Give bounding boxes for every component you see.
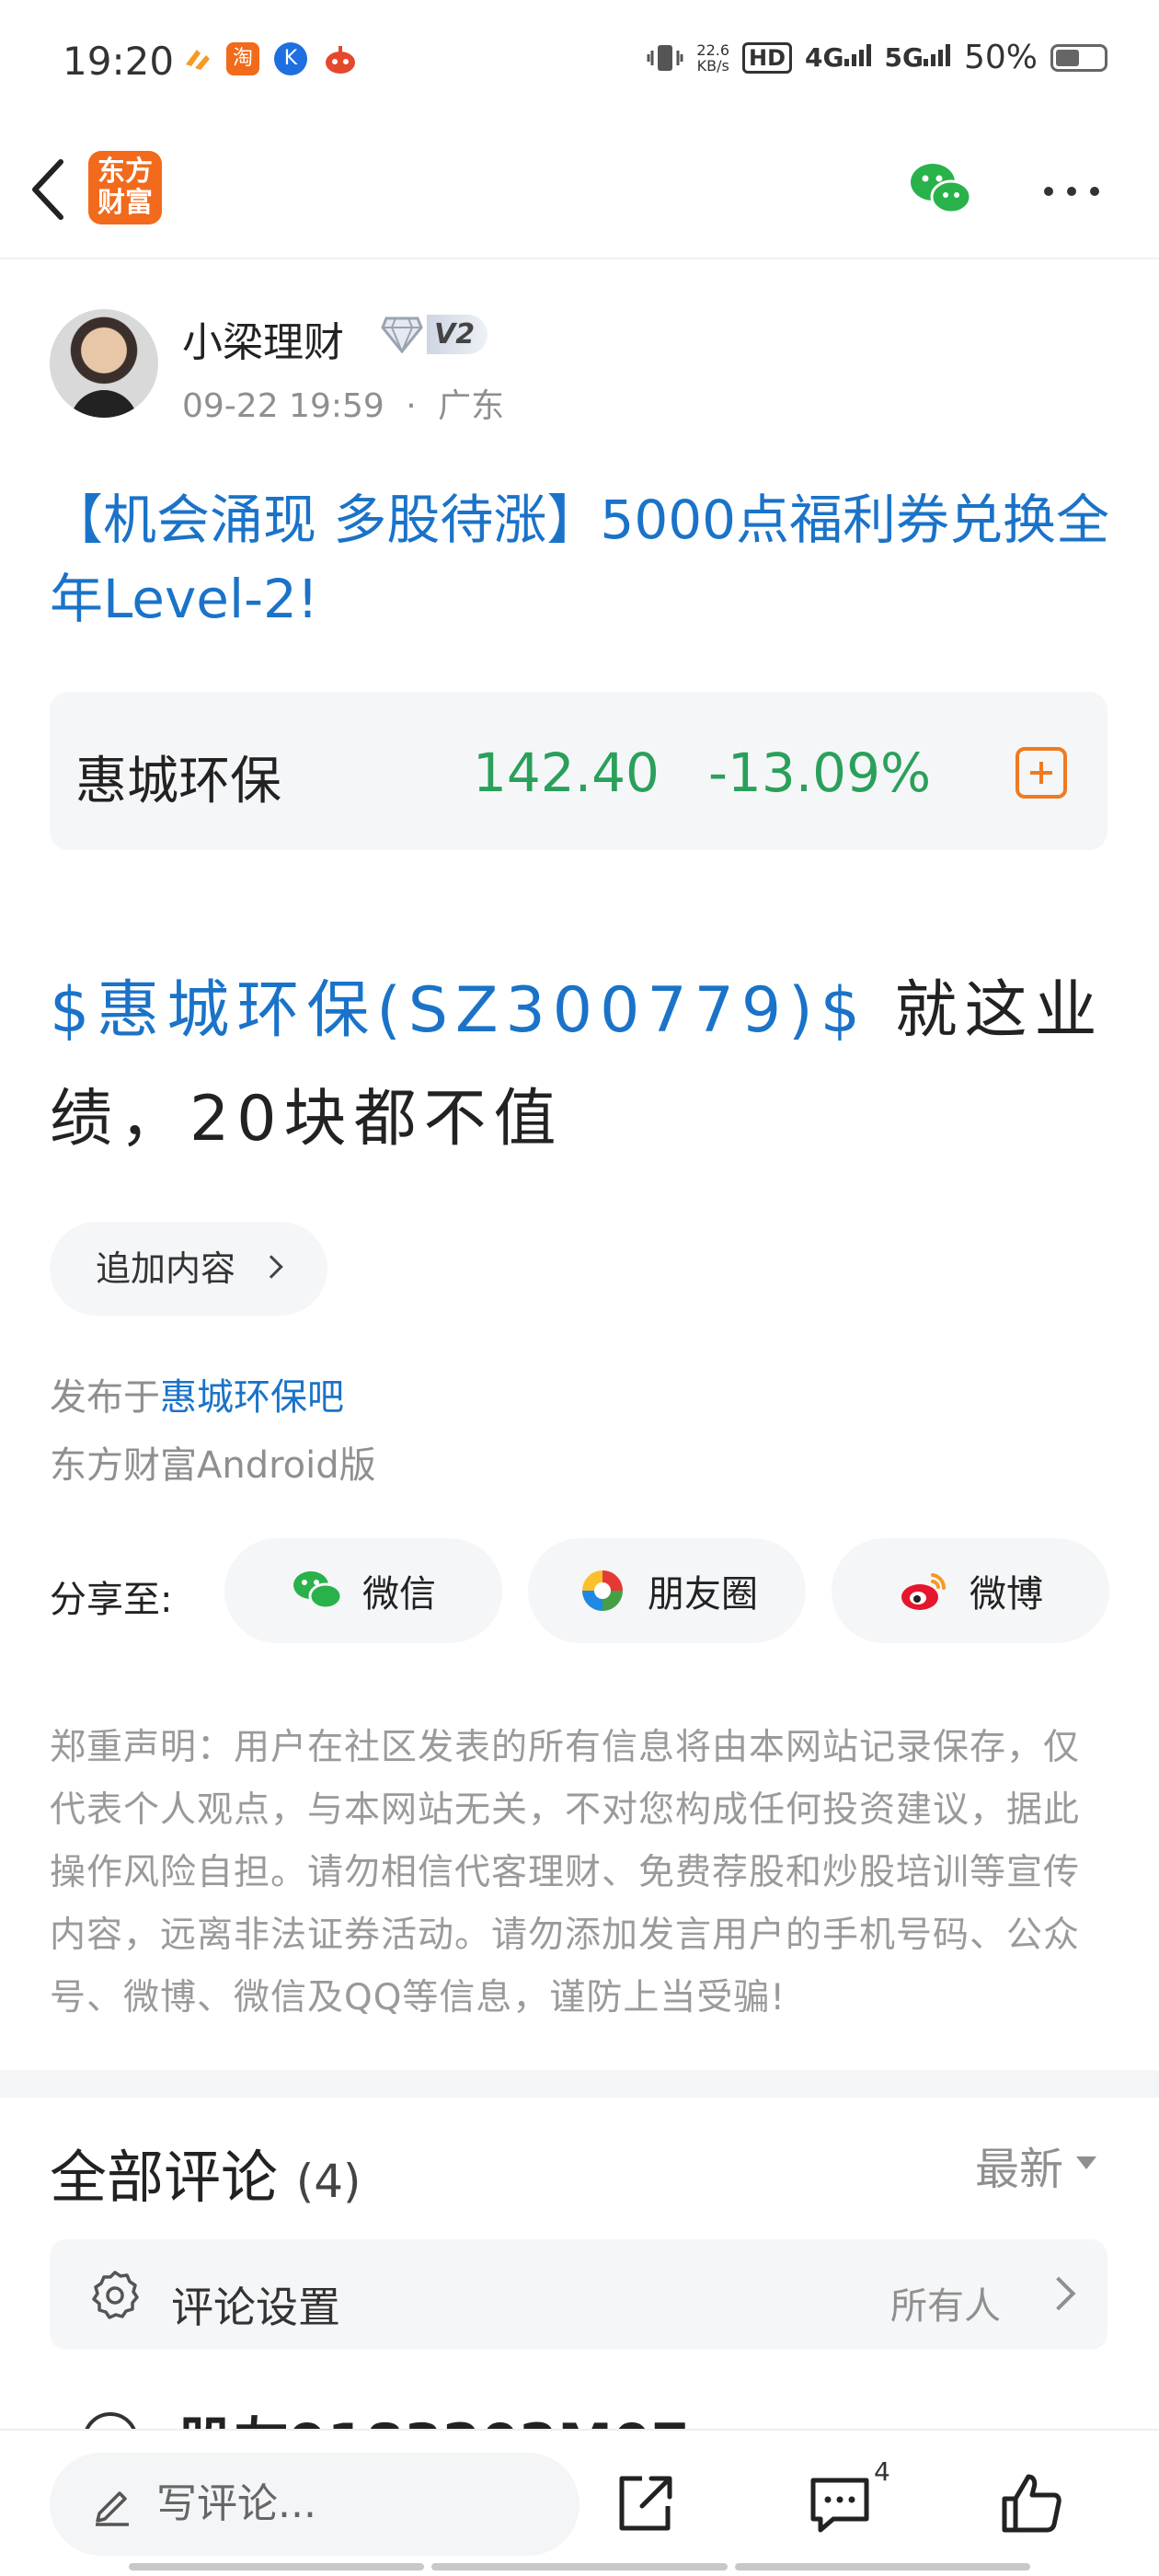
share-label: 分享至: <box>50 1579 173 1621</box>
comment-icon[interactable] <box>806 2469 874 2537</box>
commenter-name: 股友9183202M07 <box>178 2403 689 2431</box>
comments-count: (4) <box>295 2155 361 2208</box>
nav-bar: 东方 财富 <box>0 125 1159 259</box>
moments-icon <box>582 1570 623 1611</box>
comment-count-badge: 4 <box>874 2456 890 2487</box>
bottom-action-bar: 写评论... 4 <box>0 2429 1159 2576</box>
stock-link[interactable]: $惠城环保(SZ300779)$ <box>50 974 867 1047</box>
chevron-left-icon <box>32 159 63 220</box>
stock-bar-link[interactable]: 惠城环保吧 <box>160 1376 344 1419</box>
like-icon[interactable] <box>997 2469 1065 2537</box>
add-to-watchlist-button[interactable] <box>1016 747 1067 799</box>
pen-icon <box>96 2491 129 2526</box>
share-weibo-button[interactable]: 微博 <box>832 1538 1109 1643</box>
commenter-avatar <box>83 2412 138 2431</box>
wechat-share-button[interactable] <box>909 160 973 219</box>
signal-4g: 4G <box>805 42 871 73</box>
share-icon[interactable] <box>611 2469 679 2537</box>
battery-icon <box>1050 43 1107 72</box>
section-divider <box>0 2070 1159 2098</box>
notification-app-icon-4 <box>322 42 355 75</box>
post-location: 广东 <box>438 387 505 425</box>
back-button[interactable] <box>22 153 77 226</box>
wechat-icon <box>911 164 972 214</box>
comments-title: 全部评论 (4) <box>50 2144 361 2211</box>
vibrate-icon <box>647 44 683 71</box>
more-options-button[interactable] <box>1039 173 1104 210</box>
eastmoney-logo: 东方 财富 <box>88 151 162 224</box>
battery-percent: 50% <box>963 39 1038 76</box>
author-avatar[interactable] <box>50 309 158 418</box>
notification-app-icon-3: K <box>274 42 307 75</box>
stock-name: 惠城环保 <box>75 752 281 811</box>
comment-permission-value: 所有人 <box>890 2285 1001 2328</box>
status-time: 19:20 <box>63 39 175 84</box>
weibo-icon <box>901 1573 947 1610</box>
stock-quote-card[interactable]: 惠城环保 142.40 -13.09% <box>50 692 1107 850</box>
comment-settings-row[interactable]: 评论设置 所有人 <box>50 2239 1107 2350</box>
post-time: 09-22 19:59 <box>182 387 384 425</box>
notification-app-icon-1 <box>180 42 213 75</box>
wechat-icon <box>293 1571 343 1610</box>
meta-separator: · <box>406 387 417 425</box>
sort-dropdown[interactable]: 最新 <box>975 2133 1097 2197</box>
post-title[interactable]: 【机会涌现 多股待涨】5000点福利券兑换全年Level-2! <box>50 480 1117 638</box>
comment-item[interactable]: 股友9183202M07 <box>50 2403 1107 2431</box>
author-name[interactable]: 小梁理财 <box>182 309 344 368</box>
status-bar: 19:20 淘 K 22.6 KB/s HD 4G 5G 50% <box>0 0 1159 125</box>
net-speed: 22.6 KB/s <box>696 40 730 75</box>
client-info: 东方财富Android版 <box>50 1444 376 1487</box>
publish-info: 发布于惠城环保吧 <box>50 1376 344 1419</box>
post-body: $惠城环保(SZ300779)$ 就这业绩，20块都不值 <box>50 957 1117 1174</box>
status-indicators: 22.6 KB/s HD 4G 5G 50% <box>647 39 1107 76</box>
more-dots-icon <box>1044 187 1099 196</box>
home-indicator <box>129 2563 1030 2570</box>
taobao-notification-icon: 淘 <box>226 42 259 75</box>
caret-down-icon <box>1076 2156 1097 2169</box>
share-moments-button[interactable]: 朋友圈 <box>528 1538 806 1643</box>
level-badge: V2 <box>381 311 497 357</box>
post-meta: 09-22 19:59 · 广东 <box>182 379 504 427</box>
stock-price: 142.40 <box>473 742 660 804</box>
chevron-right-icon <box>1041 2276 1076 2311</box>
stock-change-percent: -13.09% <box>708 742 932 804</box>
diamond-icon <box>381 316 423 353</box>
write-comment-input[interactable]: 写评论... <box>50 2453 580 2556</box>
add-content-button[interactable]: 追加内容 <box>50 1222 327 1316</box>
chevron-right-icon <box>259 1255 283 1279</box>
gear-icon <box>92 2271 139 2319</box>
hd-icon: HD <box>742 41 793 74</box>
disclaimer: 郑重声明：用户在社区发表的所有信息将由本网站记录保存，仅代表个人观点，与本网站无… <box>50 1727 1081 2018</box>
share-wechat-button[interactable]: 微信 <box>224 1538 502 1643</box>
signal-5g: 5G <box>885 42 951 73</box>
